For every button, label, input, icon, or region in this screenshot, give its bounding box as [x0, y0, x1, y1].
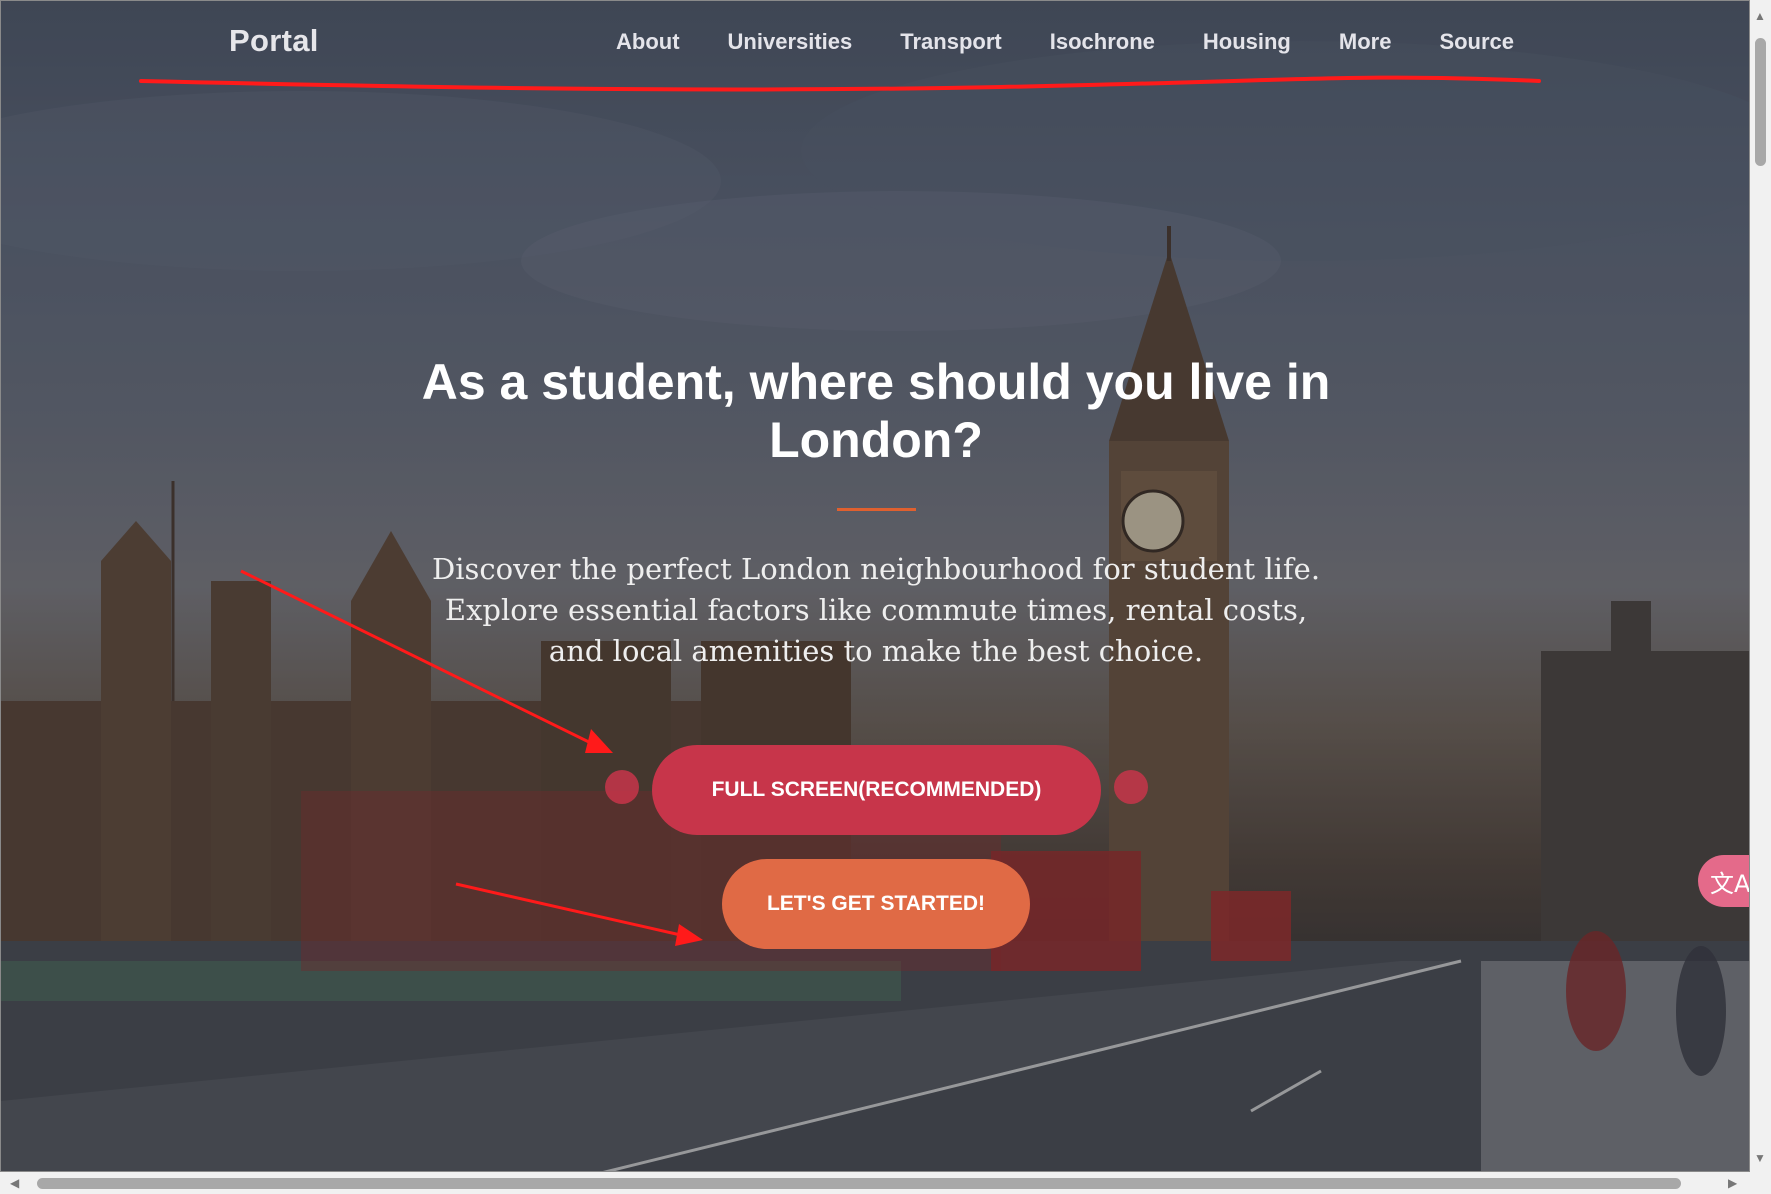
scroll-right-icon[interactable]: ▶ [1728, 1177, 1737, 1189]
nav-link-isochrone[interactable]: Isochrone [1050, 29, 1155, 55]
full-screen-button[interactable]: FULL SCREEN(RECOMMENDED) [652, 745, 1101, 835]
title-divider [837, 508, 916, 511]
scroll-up-icon[interactable]: ▲ [1754, 10, 1766, 22]
horizontal-scrollbar[interactable]: ◀ ▶ [0, 1172, 1750, 1194]
nav-link-housing[interactable]: Housing [1203, 29, 1291, 55]
vertical-scrollbar[interactable]: ▲ ▼ [1750, 0, 1771, 1172]
nav-link-more[interactable]: More [1339, 29, 1392, 55]
translate-icon[interactable]: 文A [1698, 855, 1749, 907]
page-viewport: Portal About Universities Transport Isoc… [0, 0, 1750, 1172]
nav-link-source[interactable]: Source [1439, 29, 1514, 55]
button-decoration-right [1114, 770, 1148, 804]
top-navbar: Portal About Universities Transport Isoc… [1, 1, 1749, 91]
hero-title: As a student, where should you live in L… [421, 354, 1331, 468]
hero-description: Discover the perfect London neighbourhoo… [431, 552, 1321, 668]
vertical-scroll-thumb[interactable] [1755, 38, 1766, 166]
brand-logo[interactable]: Portal [229, 23, 319, 59]
scroll-left-icon[interactable]: ◀ [10, 1177, 19, 1189]
button-decoration-left [605, 770, 639, 804]
get-started-button[interactable]: LET'S GET STARTED! [722, 859, 1030, 949]
nav-links: About Universities Transport Isochrone H… [616, 29, 1514, 55]
nav-link-about[interactable]: About [616, 29, 680, 55]
nav-link-transport[interactable]: Transport [900, 29, 1001, 55]
scroll-down-icon[interactable]: ▼ [1754, 1152, 1766, 1164]
nav-link-universities[interactable]: Universities [728, 29, 853, 55]
horizontal-scroll-thumb[interactable] [37, 1178, 1681, 1189]
